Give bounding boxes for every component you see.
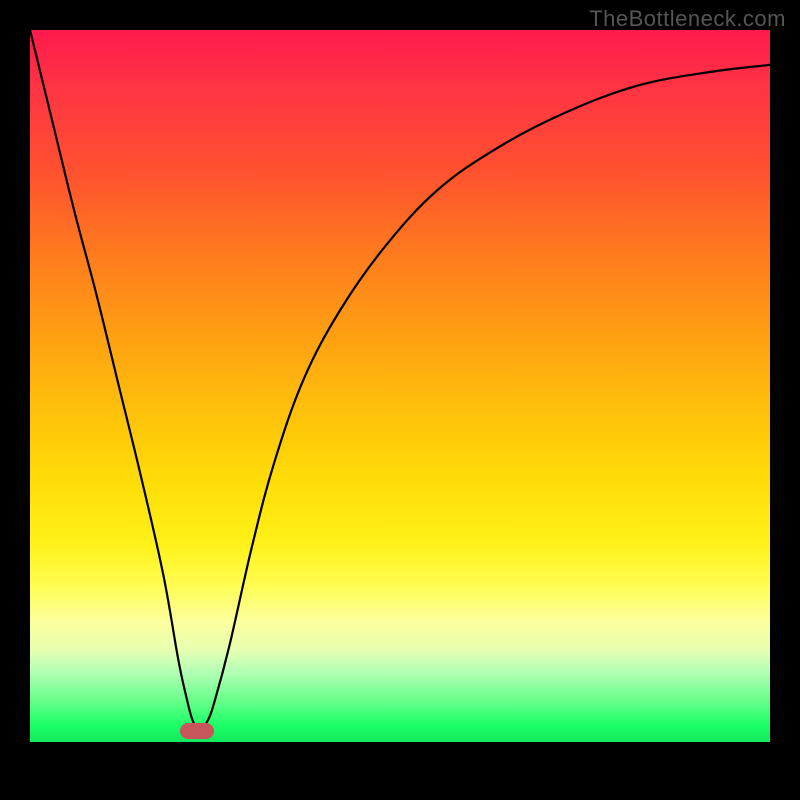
bottleneck-curve-svg — [30, 30, 770, 770]
chart-frame: TheBottleneck.com — [0, 0, 800, 800]
watermark-text: TheBottleneck.com — [589, 6, 786, 32]
bottleneck-curve — [30, 30, 770, 728]
optimal-point-marker — [180, 723, 214, 739]
plot-area — [30, 30, 770, 770]
